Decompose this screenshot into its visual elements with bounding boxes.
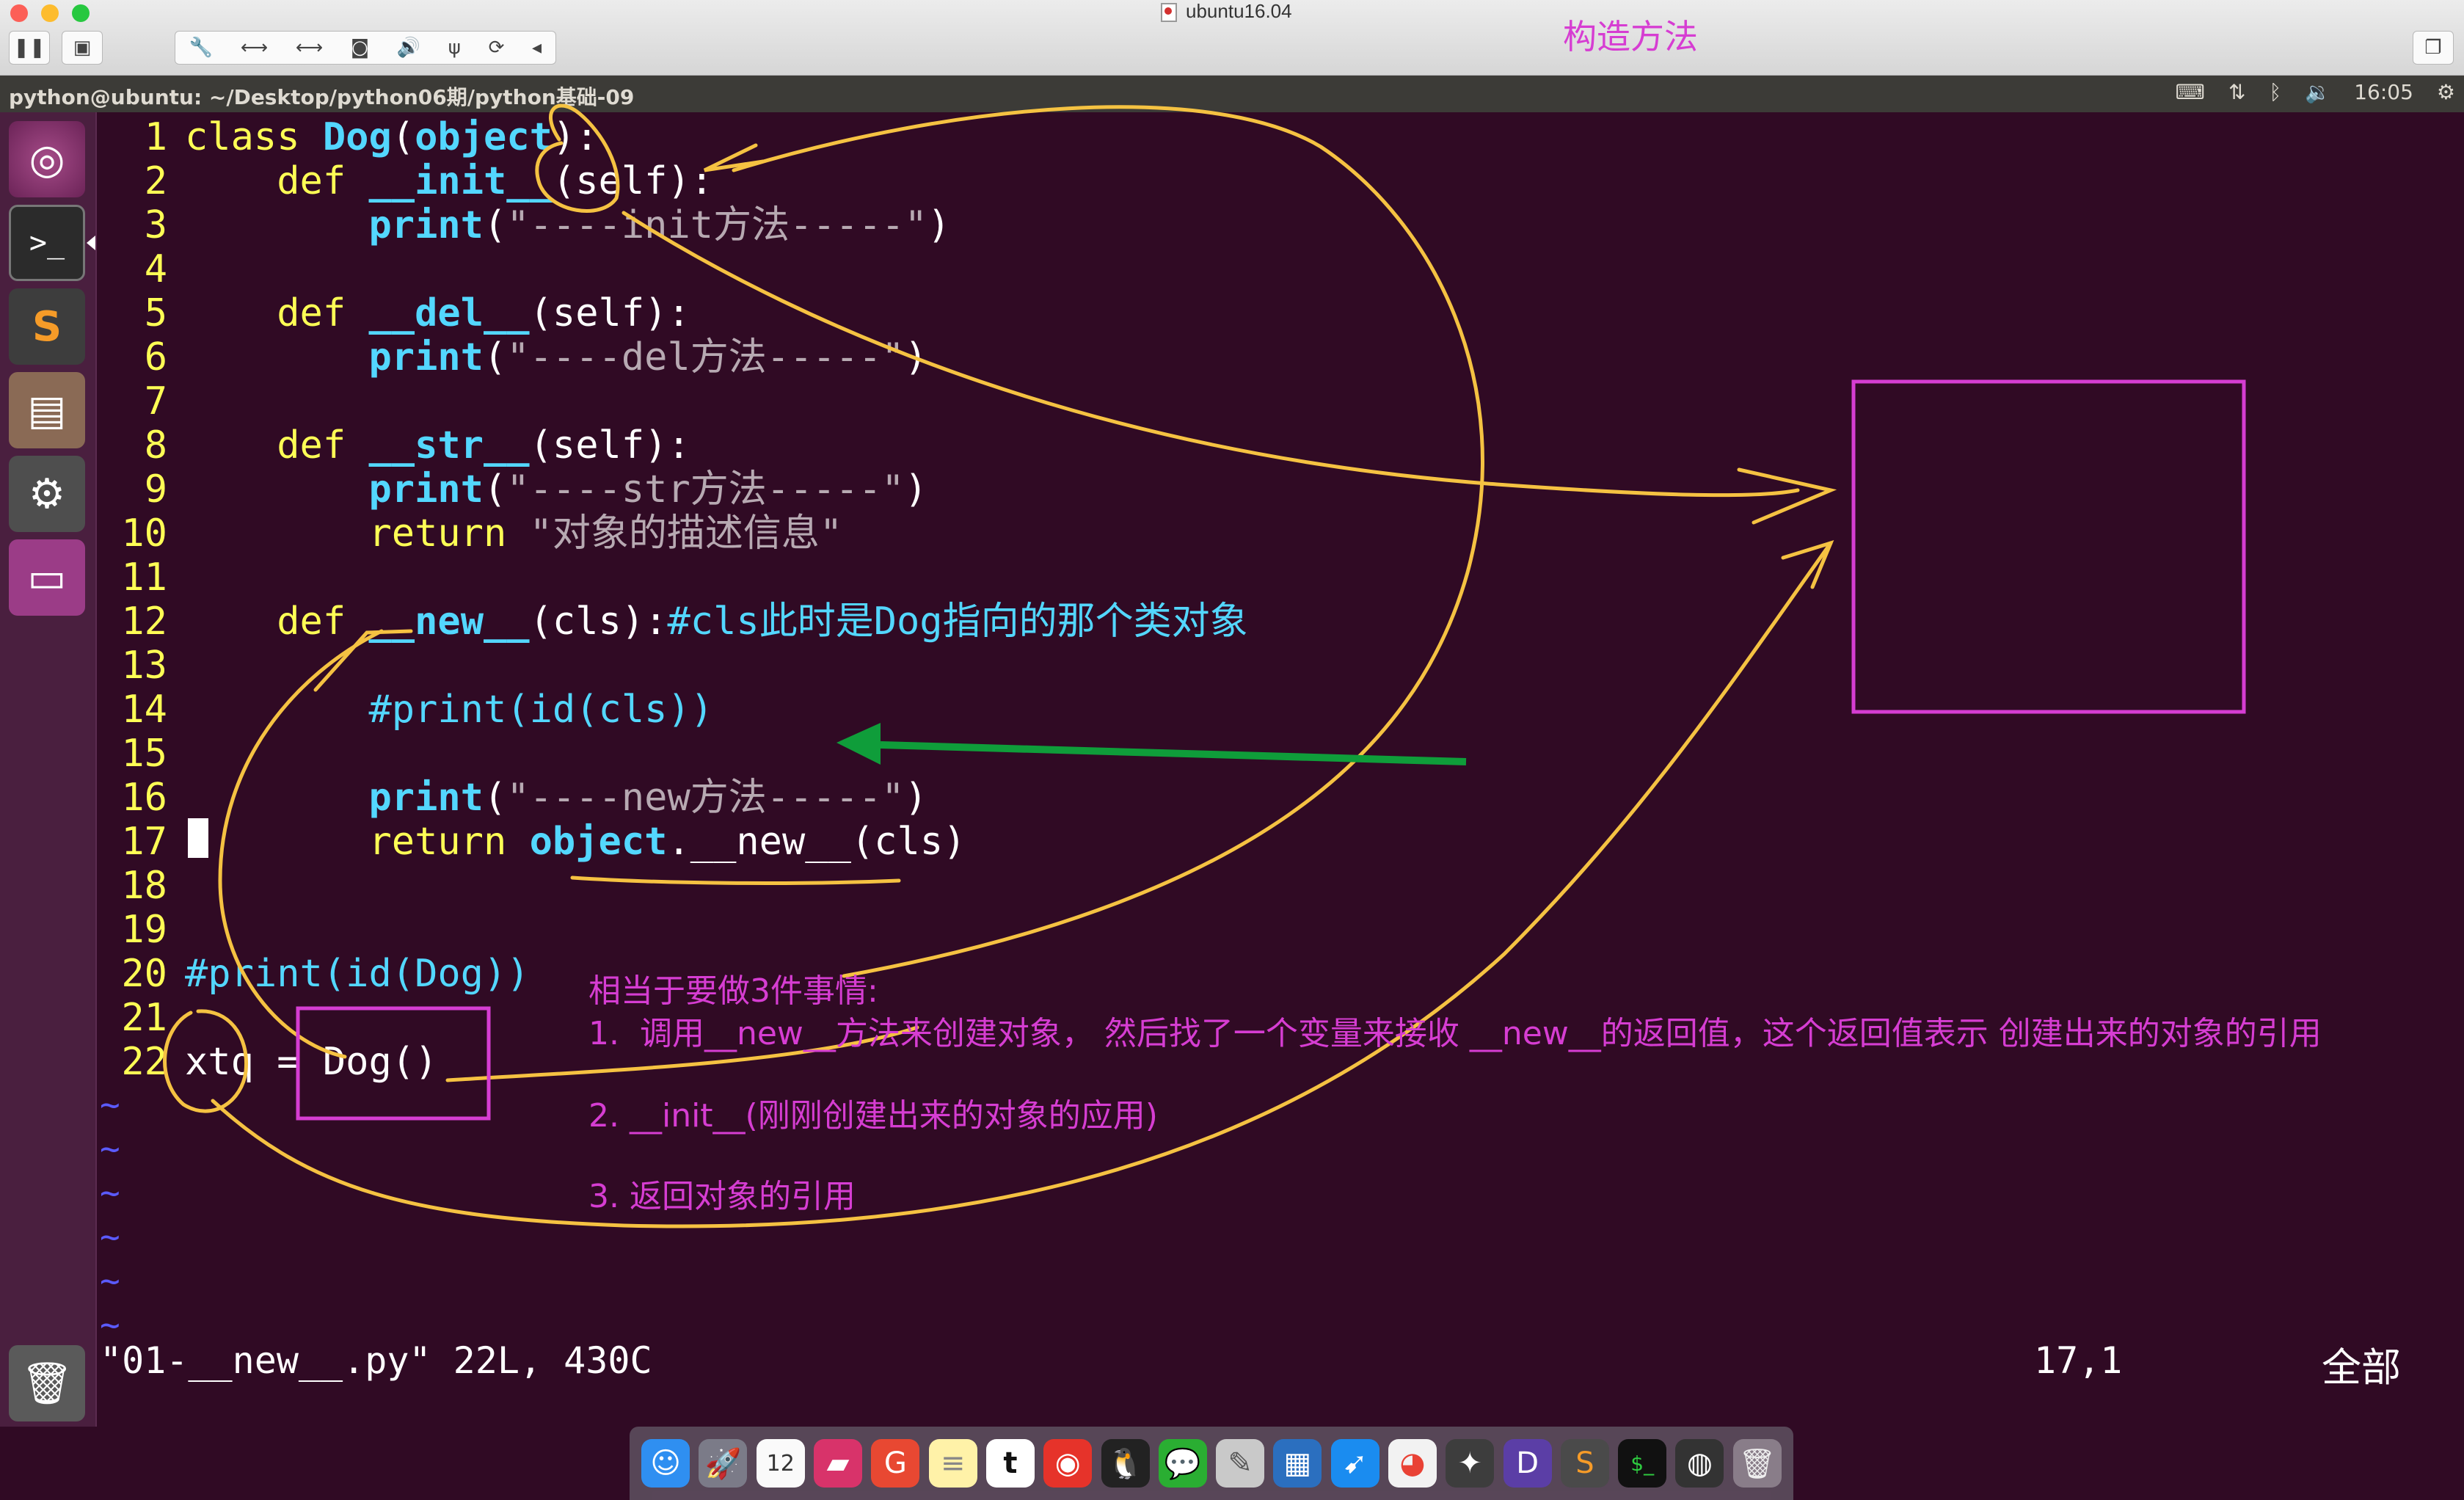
sound-icon[interactable]: 🔊 <box>397 37 420 59</box>
chevron-left-icon[interactable]: ◂ <box>532 37 542 59</box>
code-line: 1 class Dog(object): <box>144 115 599 159</box>
empty-line-marker: ~ <box>100 1217 120 1256</box>
annotation-step-1: 1. 调用__new__方法来创建对象， 然后找了一个变量来接收 __new__… <box>588 1015 2322 1052</box>
dock-trash-icon[interactable]: 🗑 <box>1732 1439 1782 1488</box>
qq-icon[interactable]: 🐧 <box>1101 1439 1150 1488</box>
sublime-text-dock-icon[interactable]: S <box>1560 1439 1609 1488</box>
snapshot-icon: ▣ <box>73 37 92 59</box>
chrome-icon[interactable]: ◕ <box>1388 1439 1437 1488</box>
network-icon[interactable]: ⟷ <box>241 37 268 59</box>
code-line: 14 #print(id(cls)) <box>121 688 714 732</box>
obs-icon[interactable]: ◍ <box>1675 1439 1724 1488</box>
vmware-fusion-icon[interactable]: ▦ <box>1273 1439 1322 1488</box>
refresh-icon[interactable]: ⟳ <box>489 37 505 59</box>
git-client-icon[interactable]: G <box>871 1439 920 1488</box>
window-restore-icon: ❐ <box>2424 37 2442 59</box>
file-manager-icon[interactable]: ▤ <box>9 372 85 448</box>
code-line: 3 print("----init方法-----") <box>144 203 951 247</box>
code-line: 20 #print(id(Dog)) <box>121 952 530 996</box>
code-line: 6 print("----del方法-----") <box>144 335 927 379</box>
vim-cursor <box>188 818 208 858</box>
vim-editor[interactable]: 1 class Dog(object): 2 def __init__(self)… <box>97 112 2464 1427</box>
panel-indicators: ⌨ ⇅ ᛒ 🔉 16:05 ⚙ <box>2176 80 2455 104</box>
volume-icon[interactable]: 🔉 <box>2305 80 2330 104</box>
network-arrows-icon[interactable]: ⇅ <box>2228 80 2245 104</box>
weibo-icon[interactable]: ◉ <box>1043 1439 1093 1488</box>
code-line: 15 <box>121 732 167 776</box>
restore-window-button[interactable]: ❐ <box>2413 31 2454 65</box>
active-app-indicator <box>87 236 95 250</box>
empty-line-marker: ~ <box>100 1085 120 1124</box>
code-line: 16 print("----new方法-----") <box>121 776 927 820</box>
window-titlebar: ubuntu16.04 构造方法 ❚❚ ▣ 🔧 ⟷ ⟷ ◙ 🔊 ψ ⟳ ◂ ❐ <box>0 0 2464 76</box>
code-line: 11 <box>121 556 167 600</box>
gear-icon[interactable]: ⚙ <box>2437 80 2455 104</box>
snapshot-button[interactable]: ▣ <box>62 31 103 65</box>
maximize-window-button[interactable] <box>72 4 90 22</box>
code-line: 2 def __init__(self): <box>144 159 714 203</box>
pause-vm-button[interactable]: ❚❚ <box>9 31 50 65</box>
code-line: 21 <box>121 996 167 1040</box>
ubuntu-dash-icon[interactable]: ◎ <box>9 121 85 197</box>
dash-icon[interactable]: D <box>1503 1439 1552 1488</box>
code-line: 13 <box>121 644 167 688</box>
keyboard-icon[interactable]: ⌨ <box>2176 80 2205 104</box>
launchpad-icon[interactable]: 🚀 <box>699 1439 748 1488</box>
empty-line-marker: ~ <box>100 1173 120 1212</box>
instruments-icon[interactable]: ✦ <box>1446 1439 1495 1488</box>
typora-icon[interactable]: t <box>985 1439 1035 1488</box>
ubuntu-launcher: ◎ >_ S ▤ ⚙ ▭ 🗑 <box>0 112 97 1427</box>
close-window-button[interactable] <box>10 4 28 22</box>
workspace-switcher-icon[interactable]: ▭ <box>9 539 85 616</box>
annotation-heading: 相当于要做3件事情: <box>588 972 878 1010</box>
empty-line-marker: ~ <box>100 1129 120 1168</box>
safari-icon[interactable]: ➹ <box>1330 1439 1379 1488</box>
code-line: 18 <box>121 864 167 908</box>
annotation-title: 构造方法 <box>1563 17 1698 57</box>
vim-cursor-position: 17,1 <box>2034 1339 2123 1382</box>
code-line: 4 <box>144 247 167 291</box>
network-2-icon[interactable]: ⟷ <box>296 37 323 59</box>
photo-booth-icon[interactable]: ▰ <box>814 1439 863 1488</box>
ubuntu-top-panel: python@ubuntu: ~/Desktop/python06期/pytho… <box>0 76 2464 112</box>
code-line: 22 xtq = Dog() <box>121 1040 438 1084</box>
window-title: ubuntu16.04 <box>1186 0 1292 22</box>
notes-icon[interactable]: ≡ <box>928 1439 977 1488</box>
finder-icon[interactable]: ☺ <box>641 1439 690 1488</box>
annotation-step-2: 2. __init__(刚刚创建出来的对象的应用) <box>588 1097 1158 1135</box>
code-line: 17 return object.__new__(cls) <box>121 820 966 864</box>
pause-icon: ❚❚ <box>13 37 45 59</box>
minimize-window-button[interactable] <box>41 4 59 22</box>
code-line: 7 <box>144 379 167 423</box>
script-editor-icon[interactable]: ✎ <box>1216 1439 1265 1488</box>
code-line: 19 <box>121 908 167 952</box>
clock[interactable]: 16:05 <box>2354 80 2413 104</box>
terminal-dock-icon[interactable]: $_ <box>1618 1439 1667 1488</box>
code-line: 10 return "对象的描述信息" <box>121 511 843 556</box>
trash-icon[interactable]: 🗑 <box>9 1345 85 1421</box>
sublime-text-icon[interactable]: S <box>9 288 85 365</box>
calendar-icon[interactable]: 12 <box>756 1439 805 1488</box>
terminal-window-title: python@ubuntu: ~/Desktop/python06期/pytho… <box>9 85 635 109</box>
wechat-icon[interactable]: 💬 <box>1158 1439 1207 1488</box>
code-line: 5 def __del__(self): <box>144 291 690 335</box>
vm-toolbar: 🔧 ⟷ ⟷ ◙ 🔊 ψ ⟳ ◂ <box>175 31 556 65</box>
code-line: 9 print("----str方法-----") <box>144 467 927 511</box>
disk-icon[interactable]: ◙ <box>351 37 369 59</box>
wrench-icon[interactable]: 🔧 <box>189 37 213 59</box>
bluetooth-icon[interactable]: ᛒ <box>2270 80 2282 104</box>
vim-status-file: "01-__new__.py" 22L, 430C <box>100 1339 652 1382</box>
settings-icon[interactable]: ⚙ <box>9 456 85 532</box>
macos-dock: ☺ 🚀 12 ▰ G ≡ t ◉ 🐧 💬 ✎ ▦ ➹ ◕ ✦ D S $_ ◍ … <box>630 1427 1793 1500</box>
annotation-step-3: 3. 返回对象的引用 <box>588 1178 856 1215</box>
terminal-launcher-icon[interactable]: >_ <box>9 205 85 281</box>
vm-document-icon <box>1161 3 1177 22</box>
vim-scroll-indicator: 全部 <box>2322 1344 2401 1391</box>
code-line: 12 def __new__(cls):#cls此时是Dog指向的那个类对象 <box>121 600 1248 644</box>
usb-icon[interactable]: ψ <box>448 37 461 59</box>
code-line: 8 def __str__(self): <box>144 423 690 467</box>
empty-line-marker: ~ <box>100 1261 120 1300</box>
